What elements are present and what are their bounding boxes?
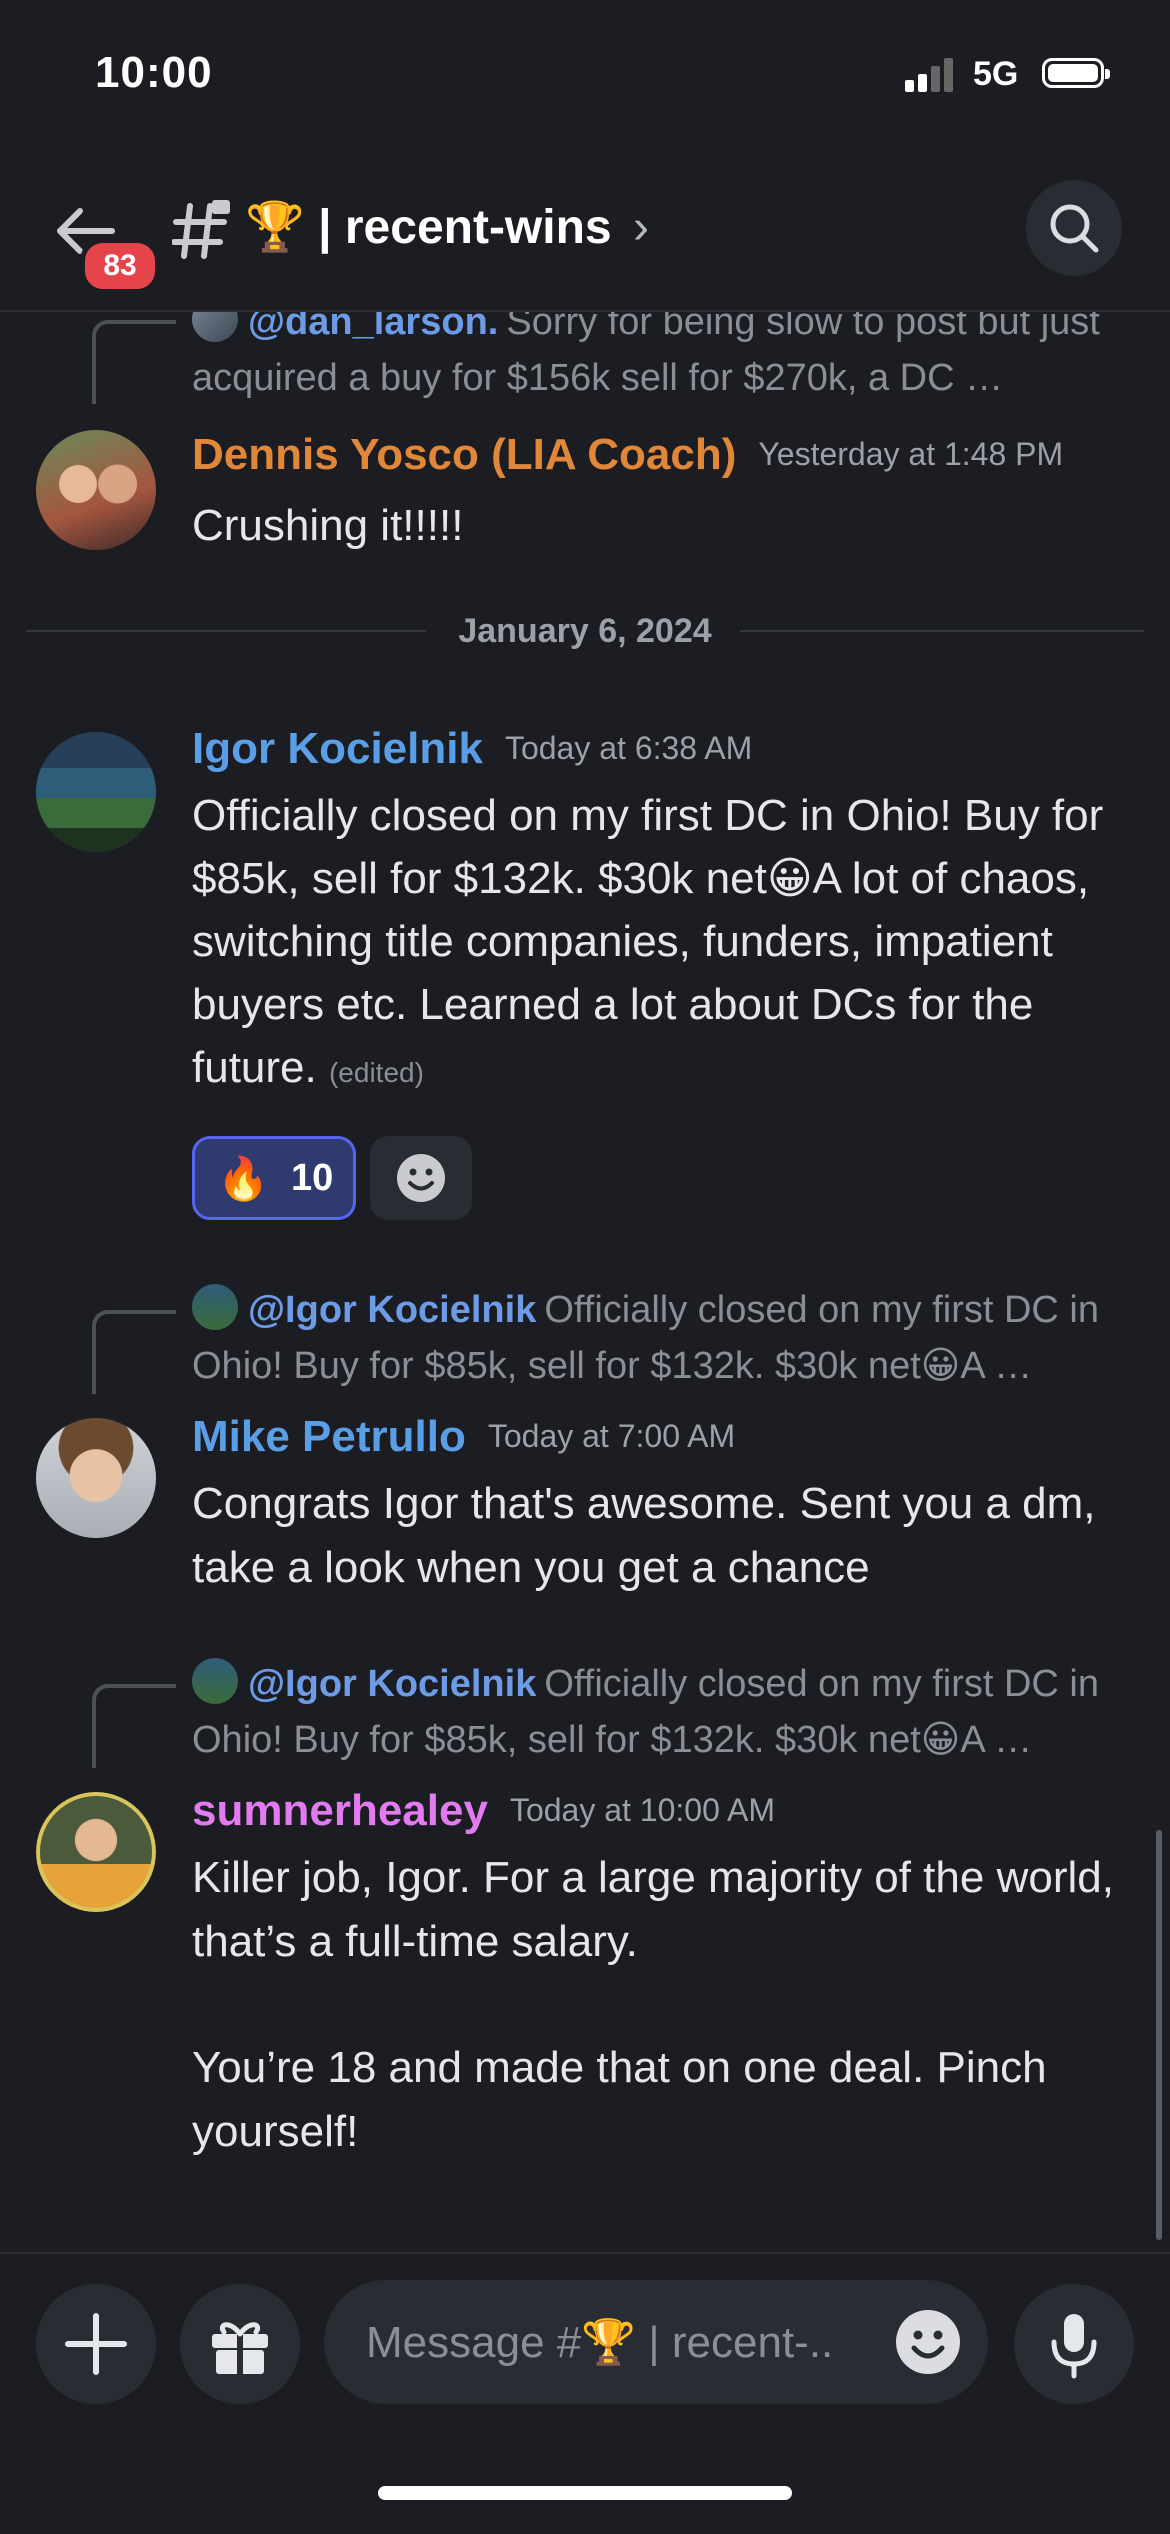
author-name[interactable]: Igor Kocielnik Today at 6:38 AM — [192, 724, 752, 774]
fire-emoji: 🔥 — [217, 1155, 270, 1202]
reaction-count: 10 — [291, 1157, 334, 1199]
reply-mention[interactable]: @Igor Kocielnik — [248, 1663, 536, 1705]
reply-connector — [92, 1310, 176, 1394]
timestamp: Today at 10:00 AM — [509, 1792, 775, 1828]
reply-connector — [92, 320, 176, 404]
composer-bar: Message #🏆 | recent-.. — [0, 2252, 1170, 2534]
add-reaction-button[interactable] — [370, 1136, 472, 1220]
timestamp: Today at 6:38 AM — [504, 730, 753, 766]
channel-header: 83 🏆 | recent-wins › — [0, 160, 1170, 312]
edited-label: (edited) — [328, 1057, 424, 1088]
plus-icon — [65, 2313, 127, 2375]
microphone-icon — [1051, 2314, 1097, 2379]
chevron-right-icon: › — [632, 201, 649, 254]
avatar[interactable] — [36, 1792, 156, 1912]
search-icon — [1050, 204, 1099, 253]
avatar — [192, 1658, 238, 1704]
avatar — [192, 312, 238, 342]
home-indicator — [378, 2486, 792, 2500]
author-name[interactable]: sumnerhealey Today at 10:00 AM — [192, 1786, 775, 1836]
smiley-icon — [397, 1154, 445, 1202]
message-text: Crushing it!!!!! — [192, 501, 464, 550]
scrollbar[interactable] — [1156, 1830, 1162, 2240]
message-body: Officially closed on my first DC in Ohio… — [192, 784, 1142, 1104]
channel-name: | recent-wins — [318, 201, 612, 254]
date-divider: January 6, 2024 — [26, 612, 1144, 650]
reply-preview[interactable]: @Igor Kocielnik Officially closed on my f… — [192, 1282, 1132, 1394]
message-text: Congrats Igor that's awesome. Sent you a… — [192, 1479, 1096, 1592]
status-bar: 10:00 5G — [0, 0, 1170, 150]
date-label: January 6, 2024 — [458, 612, 712, 650]
search-button[interactable] — [1026, 180, 1122, 276]
voice-message-button[interactable] — [1014, 2284, 1134, 2404]
message-text: Killer job, Igor. For a large majority o… — [192, 1853, 1114, 1966]
timestamp: Today at 7:00 AM — [487, 1418, 736, 1454]
smiley-icon[interactable] — [894, 2308, 962, 2376]
reaction-button[interactable]: 🔥 10 — [192, 1136, 356, 1220]
author-name[interactable]: Dennis Yosco (LIA Coach) Yesterday at 1:4… — [192, 430, 1063, 480]
author-label: Dennis Yosco (LIA Coach) — [192, 430, 737, 479]
message-text-paragraph-2: You’re 18 and made that on one deal. Pin… — [192, 2043, 1047, 2156]
unread-badge: 83 — [80, 238, 160, 294]
signal-icon — [905, 56, 961, 92]
reply-mention[interactable]: @Igor Kocielnik — [248, 1289, 536, 1331]
gift-icon — [212, 2322, 268, 2374]
author-name[interactable]: Mike Petrullo Today at 7:00 AM — [192, 1412, 735, 1462]
author-label: Igor Kocielnik — [192, 724, 483, 773]
status-time: 10:00 — [95, 48, 213, 97]
gift-button[interactable] — [180, 2284, 300, 2404]
message-text: Officially closed on my first DC in Ohio… — [192, 791, 1104, 1092]
add-attachment-button[interactable] — [36, 2284, 156, 2404]
message-list[interactable]: @dan_larson. Sorry for being slow to post… — [0, 312, 1170, 2252]
message-input[interactable]: Message #🏆 | recent-.. — [324, 2280, 988, 2404]
battery-icon — [1042, 58, 1110, 88]
network-label: 5G — [973, 55, 1019, 93]
author-label: sumnerhealey — [192, 1786, 488, 1835]
hash-icon — [172, 200, 230, 259]
reply-mention[interactable]: @dan_larson. — [248, 312, 498, 343]
author-label: Mike Petrullo — [192, 1412, 466, 1461]
avatar[interactable] — [36, 1418, 156, 1538]
avatar[interactable] — [36, 430, 156, 550]
reply-preview[interactable]: @dan_larson. Sorry for being slow to post… — [192, 312, 1132, 406]
avatar — [192, 1284, 238, 1330]
reply-preview[interactable]: @Igor Kocielnik Officially closed on my f… — [192, 1656, 1132, 1768]
avatar[interactable] — [36, 732, 156, 852]
message-input-placeholder: Message #🏆 | recent-.. — [366, 2318, 834, 2367]
timestamp: Yesterday at 1:48 PM — [758, 436, 1064, 472]
channel-title[interactable]: 🏆 | recent-wins › — [245, 198, 649, 255]
reply-connector — [92, 1684, 176, 1768]
channel-emoji: 🏆 — [245, 201, 305, 254]
